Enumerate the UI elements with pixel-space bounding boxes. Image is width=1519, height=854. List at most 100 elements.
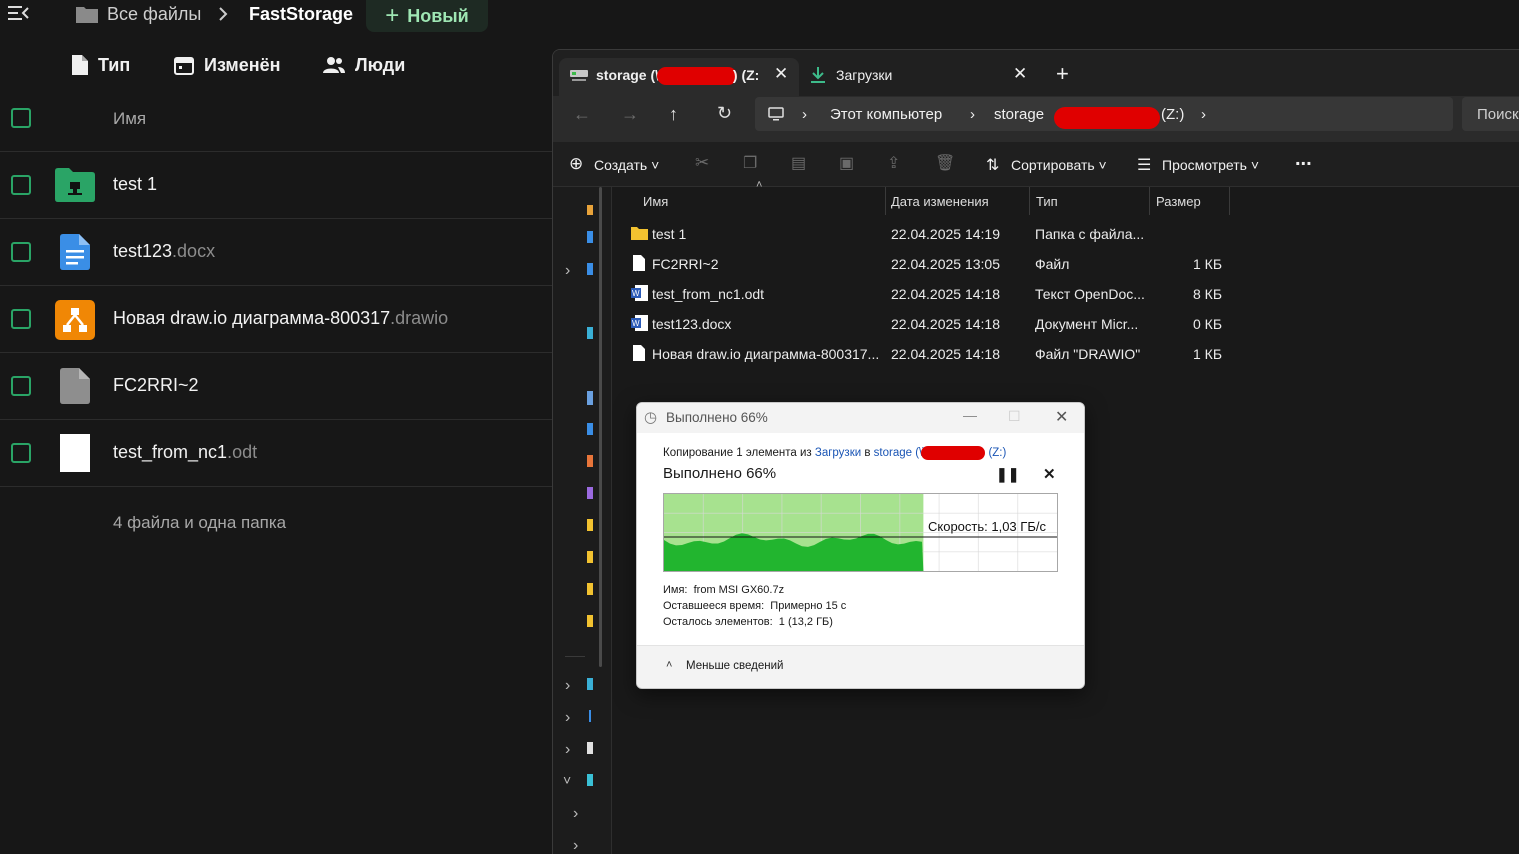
row-checkbox[interactable] xyxy=(11,309,31,329)
create-button[interactable]: Создать ˅ xyxy=(594,157,659,173)
file-type: Файл "DRAWIO" xyxy=(1035,346,1141,362)
file-name: FC2RRI~2 xyxy=(113,375,199,395)
column-type[interactable]: Тип xyxy=(1036,194,1058,209)
back-arrow-icon[interactable]: ← xyxy=(573,104,591,125)
filter-type[interactable]: Тип xyxy=(72,52,130,78)
column-separator[interactable] xyxy=(885,187,886,215)
nav-scrollbar[interactable] xyxy=(599,187,602,667)
nav-item-icon xyxy=(587,551,593,563)
new-tab-icon[interactable]: + xyxy=(1056,61,1069,87)
chevron-right-icon: › xyxy=(1201,106,1206,123)
address-drive[interactable]: (Z:) xyxy=(1161,106,1184,123)
row-checkbox[interactable] xyxy=(11,175,31,195)
maximize-icon[interactable]: ☐ xyxy=(1008,408,1021,425)
copy-icon[interactable]: ❐ xyxy=(743,153,757,173)
breadcrumb-current[interactable]: FastStorage xyxy=(249,4,353,25)
address-storage[interactable]: storage xyxy=(994,106,1044,123)
chevron-right-icon[interactable]: › xyxy=(565,677,570,695)
minimize-icon[interactable]: — xyxy=(963,407,977,423)
new-button[interactable]: + Новый xyxy=(366,0,488,32)
pause-icon[interactable]: ❚❚ xyxy=(996,466,1019,483)
tab-downloads[interactable]: Загрузки xyxy=(836,67,892,83)
file-size: 8 КБ xyxy=(1193,286,1223,302)
file-row[interactable]: test_from_nc1.odt xyxy=(0,420,552,487)
file-type: Текст OpenDoc... xyxy=(1035,286,1145,302)
column-name-header[interactable]: Имя xyxy=(113,109,146,129)
chevron-up-icon[interactable]: ˄ xyxy=(666,659,672,671)
chevron-down-icon[interactable]: ˅ xyxy=(563,772,571,788)
destination-link[interactable]: storage (\\ (Z:) xyxy=(874,446,1006,460)
row-checkbox[interactable] xyxy=(11,376,31,396)
paste-icon[interactable]: ▤ xyxy=(791,153,806,173)
speed-graph: Скорость: 1,03 ГБ/с xyxy=(663,493,1058,572)
rename-icon[interactable]: ▣ xyxy=(839,153,854,173)
people-icon xyxy=(323,57,345,73)
speed-label: Скорость: 1,03 ГБ/с xyxy=(928,519,1046,534)
chevron-right-icon xyxy=(219,7,228,21)
filter-modified-label: Изменён xyxy=(204,54,281,75)
chevron-right-icon[interactable]: › xyxy=(565,709,570,727)
redaction-mark xyxy=(656,67,737,86)
detail-time-left: Оставшееся время: Примерно 15 с xyxy=(663,600,847,612)
file-name: Новая draw.io диаграмма-800317... xyxy=(652,346,880,362)
file-row[interactable]: test 1 xyxy=(0,152,552,219)
file-size: 1 КБ xyxy=(1193,346,1223,362)
up-arrow-icon[interactable]: ↑ xyxy=(669,104,678,125)
sort-up-icon: ˄ xyxy=(756,179,763,191)
delete-icon[interactable]: 🗑 xyxy=(935,153,955,173)
select-all-checkbox[interactable] xyxy=(11,108,31,128)
column-separator[interactable] xyxy=(1029,187,1030,215)
chevron-right-icon[interactable]: › xyxy=(565,741,570,759)
dialog-footer: ˄ Меньше сведений xyxy=(637,645,1084,688)
chevron-right-icon[interactable]: › xyxy=(573,837,578,854)
chevron-right-icon[interactable]: › xyxy=(565,262,570,280)
file-modified: 22.04.2025 14:18 xyxy=(891,346,1000,362)
column-name[interactable]: Имя xyxy=(643,194,668,209)
row-checkbox[interactable] xyxy=(11,443,31,463)
file-row[interactable]: test123.docx xyxy=(0,219,552,286)
more-options-icon[interactable]: ... xyxy=(1295,148,1312,171)
column-separator[interactable] xyxy=(1229,187,1230,215)
less-details-button[interactable]: Меньше сведений xyxy=(686,660,783,672)
refresh-icon[interactable]: ↻ xyxy=(717,103,732,124)
share-icon[interactable]: ⇪ xyxy=(887,153,900,173)
filter-people[interactable]: Люди xyxy=(323,52,405,78)
source-link[interactable]: Загрузки xyxy=(815,447,861,459)
column-modified[interactable]: Дата изменения xyxy=(891,194,989,209)
nav-item-icon xyxy=(587,205,593,215)
file-row[interactable]: Новая draw.io диаграмма-800317.drawio xyxy=(0,286,552,353)
nav-item-icon xyxy=(589,710,591,722)
cut-icon[interactable]: ✂ xyxy=(695,153,709,173)
breadcrumb-all-files[interactable]: Все файлы xyxy=(107,4,201,25)
filter-people-label: Люди xyxy=(355,54,406,75)
filter-modified[interactable]: Изменён xyxy=(174,52,281,78)
sort-button[interactable]: Сортировать ˅ xyxy=(1011,157,1107,173)
column-size[interactable]: Размер xyxy=(1156,194,1201,209)
close-tab-icon[interactable]: ✕ xyxy=(1013,64,1027,84)
file-name: test_from_nc1.odt xyxy=(652,286,765,302)
chevron-right-icon[interactable]: › xyxy=(573,805,578,823)
download-icon xyxy=(811,67,825,83)
file-name: test 1 xyxy=(113,174,158,194)
row-checkbox[interactable] xyxy=(11,242,31,262)
computer-icon xyxy=(768,107,784,121)
menu-toggle-icon[interactable] xyxy=(8,4,30,22)
network-drive-icon xyxy=(570,70,588,81)
file-size: 1 КБ xyxy=(1193,256,1223,272)
view-button[interactable]: Просмотреть ˅ xyxy=(1162,157,1259,173)
copy-details: Имя: from MSI GX60.7z Оставшееся время: … xyxy=(663,582,846,630)
address-this-pc[interactable]: Этот компьютер xyxy=(830,106,942,123)
close-icon[interactable]: ✕ xyxy=(1055,407,1068,427)
search-placeholder: Поиск xyxy=(1477,106,1519,123)
cancel-icon[interactable]: ✕ xyxy=(1043,465,1056,483)
plus-icon: + xyxy=(385,2,400,29)
close-tab-icon[interactable]: ✕ xyxy=(774,64,788,84)
forward-arrow-icon[interactable]: → xyxy=(621,104,639,125)
nav-item-icon xyxy=(587,455,593,467)
copy-status: Выполнено 66% xyxy=(663,465,777,482)
copy-progress-dialog: ◷ Выполнено 66% — ☐ ✕ Копирование 1 элем… xyxy=(636,402,1085,689)
column-separator[interactable] xyxy=(1149,187,1150,215)
file-type: Документ Micr... xyxy=(1035,316,1139,332)
file-row[interactable]: FC2RRI~2 xyxy=(0,353,552,420)
chevron-right-icon: › xyxy=(970,106,975,123)
